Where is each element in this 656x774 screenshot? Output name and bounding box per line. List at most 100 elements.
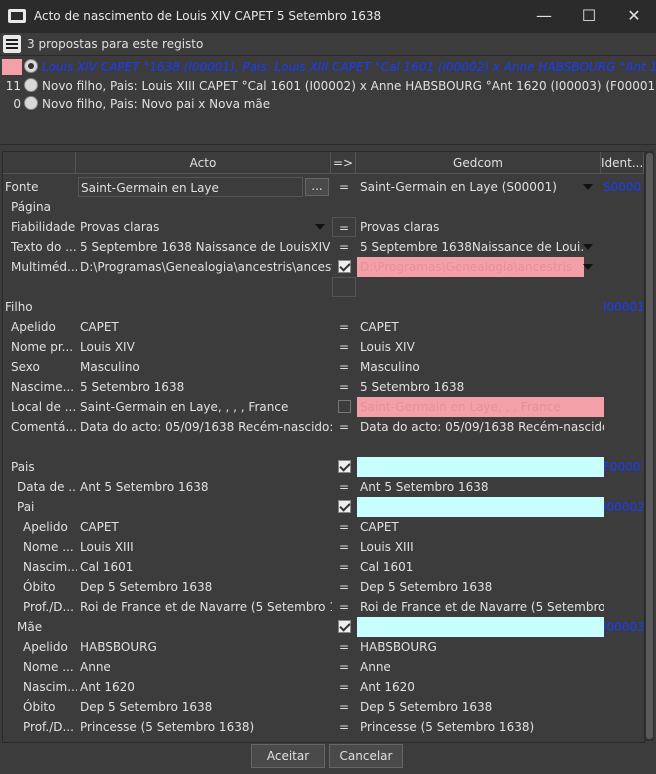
ident-link[interactable] (603, 197, 643, 217)
acto-value[interactable] (78, 617, 332, 637)
grid-row[interactable]: Óbito Dep 5 Setembro 1638 = Dep 5 Setembro … (3, 697, 644, 717)
acto-value[interactable]: Cal 1601 (78, 557, 332, 577)
gedcom-value[interactable]: Dep 5 Setembro 1638 (357, 697, 604, 717)
ident-link[interactable] (603, 317, 643, 337)
ident-link[interactable] (603, 517, 643, 537)
acto-value[interactable] (78, 437, 332, 457)
gedcom-value[interactable]: CAPET (357, 517, 604, 537)
proposal-item[interactable]: 0 Novo filho, Pais: Novo pai x Nova mãe (0, 95, 656, 113)
grid-row[interactable]: Pai I00002 (3, 497, 644, 517)
grid-row[interactable]: Sexo Masculino = Masculino (3, 357, 644, 377)
grid-row[interactable]: Pais F00001 (3, 457, 644, 477)
grid-row[interactable]: Apelido HABSBOURG = HABSBOURG (3, 637, 644, 657)
acto-value[interactable]: Saint-Germain en Laye, , , , France (78, 397, 332, 417)
gedcom-value[interactable] (357, 497, 604, 517)
ident-link[interactable]: F00001 (603, 457, 643, 477)
grid-row[interactable]: Prof./D... Princesse (5 Setembro 1638) = Pr… (3, 717, 644, 737)
ident-link[interactable] (603, 477, 643, 497)
grid-row[interactable]: Texto do ... 5 Septembre 1638 Naissance d… (3, 237, 644, 257)
proposal-radio[interactable] (24, 78, 38, 92)
acto-value[interactable]: Masculino (78, 357, 332, 377)
acto-value[interactable] (78, 457, 332, 477)
ident-link[interactable]: S00001 (603, 177, 643, 197)
gedcom-value[interactable]: 5 Septembre 1638Naissance de Loui... (357, 237, 584, 257)
grid-row[interactable]: Óbito Dep 5 Setembro 1638 = Dep 5 Setembro … (3, 577, 644, 597)
chevron-down-icon[interactable] (583, 264, 593, 270)
ident-link[interactable] (603, 397, 643, 417)
hamburger-menu-icon[interactable] (3, 35, 21, 53)
grid-row[interactable]: Nome ... Louis XIII = Louis XIII (3, 537, 644, 557)
grid-row[interactable] (3, 437, 644, 457)
scrollbar-thumb[interactable] (646, 153, 653, 739)
ident-link[interactable] (603, 657, 643, 677)
ident-link[interactable] (603, 537, 643, 557)
acto-value[interactable]: Provas claras (78, 217, 332, 237)
acto-value[interactable]: CAPET (78, 317, 332, 337)
gedcom-value[interactable]: Cal 1601 (357, 557, 604, 577)
ident-link[interactable] (603, 377, 643, 397)
ident-link[interactable] (603, 357, 643, 377)
grid-row[interactable]: Fiabilidade Provas claras = Provas claras (3, 217, 644, 237)
gedcom-value[interactable] (357, 277, 604, 297)
ident-link[interactable] (603, 557, 643, 577)
gedcom-value[interactable]: HABSBOURG (357, 637, 604, 657)
column-header-acto[interactable]: Acto (76, 152, 331, 174)
acto-value[interactable]: Ant 1620 (78, 677, 332, 697)
acto-value[interactable]: D:\Programas\Genealogia\ancestris\ancest… (78, 257, 332, 277)
gedcom-value[interactable]: Data do acto: 05/09/1638 Recém-nascido: … (357, 417, 604, 437)
acto-value[interactable]: 5 Septembre 1638 Naissance de LouisXIV L… (78, 237, 332, 257)
acto-value[interactable]: Saint-Germain en Laye (78, 177, 303, 197)
ident-link[interactable] (603, 277, 643, 297)
gedcom-value[interactable]: Princesse (5 Setembro 1638) (357, 717, 604, 737)
grid-row[interactable]: Apelido CAPET = CAPET (3, 317, 644, 337)
cancel-button[interactable]: Cancelar (329, 744, 403, 768)
chevron-down-icon[interactable] (583, 244, 593, 250)
acto-value[interactable] (78, 197, 332, 217)
ident-link[interactable]: I00002 (603, 497, 643, 517)
ident-link[interactable] (603, 637, 643, 657)
apply-checkbox[interactable] (338, 400, 351, 413)
acto-value[interactable]: Ant 5 Setembro 1638 (78, 477, 332, 497)
gedcom-value[interactable]: Saint-Germain en Laye (S00001) (357, 177, 584, 197)
acto-value[interactable]: Dep 5 Setembro 1638 (78, 697, 332, 717)
grid-row[interactable] (3, 277, 644, 297)
browse-button[interactable]: ... (305, 178, 329, 196)
acto-value[interactable]: Dep 5 Setembro 1638 (78, 577, 332, 597)
accept-button[interactable]: Aceitar (251, 744, 325, 768)
grid-row[interactable]: Nome pr... Louis XIV = Louis XIV (3, 337, 644, 357)
gedcom-value[interactable] (357, 617, 604, 637)
close-button[interactable]: ✕ (612, 4, 656, 28)
column-header-ident[interactable]: Ident... (601, 152, 644, 174)
gedcom-value[interactable] (357, 457, 604, 477)
grid-row[interactable]: Fonte Saint-Germain en Laye... = Saint-Germ… (3, 177, 644, 197)
gedcom-value[interactable]: D:\Programas\Genealogia\ancestris (357, 257, 584, 277)
proposal-radio[interactable] (24, 96, 38, 110)
maximize-button[interactable]: ☐ (567, 4, 611, 28)
proposal-item[interactable]: Louis XIV CAPET °1638 (I00001), Pais: Lo… (0, 58, 656, 76)
ident-link[interactable] (603, 677, 643, 697)
ident-link[interactable] (603, 577, 643, 597)
gedcom-value[interactable]: Louis XIII (357, 537, 604, 557)
gedcom-value[interactable]: Louis XIV (357, 337, 604, 357)
column-header-eq[interactable]: => (331, 152, 356, 174)
gedcom-value[interactable]: CAPET (357, 317, 604, 337)
grid-row[interactable]: Data de ... Ant 5 Setembro 1638 = Ant 5 Set… (3, 477, 644, 497)
gedcom-value[interactable]: Ant 1620 (357, 677, 604, 697)
proposal-radio[interactable] (24, 59, 38, 73)
grid-row[interactable]: Mãe I00003 (3, 617, 644, 637)
acto-value[interactable]: HABSBOURG (78, 637, 332, 657)
ident-link[interactable]: I00003 (603, 617, 643, 637)
grid-scrollbar[interactable] (645, 151, 654, 741)
acto-value[interactable]: Louis XIII (78, 537, 332, 557)
ident-link[interactable] (603, 237, 643, 257)
gedcom-value[interactable]: Masculino (357, 357, 604, 377)
grid-row[interactable]: Filho I00001 (3, 297, 644, 317)
ident-link[interactable]: I00001 (603, 297, 643, 317)
acto-value[interactable]: Anne (78, 657, 332, 677)
grid-row[interactable]: Nascim... Cal 1601 = Cal 1601 (3, 557, 644, 577)
grid-row[interactable]: Nascim... Ant 1620 = Ant 1620 (3, 677, 644, 697)
gedcom-value[interactable] (357, 437, 604, 457)
proposal-item[interactable]: 11 Novo filho, Pais: Louis XIII CAPET °C… (0, 77, 656, 95)
ident-link[interactable] (603, 437, 643, 457)
acto-value[interactable]: Roi de France et de Navarre (5 Setembro … (78, 597, 332, 617)
